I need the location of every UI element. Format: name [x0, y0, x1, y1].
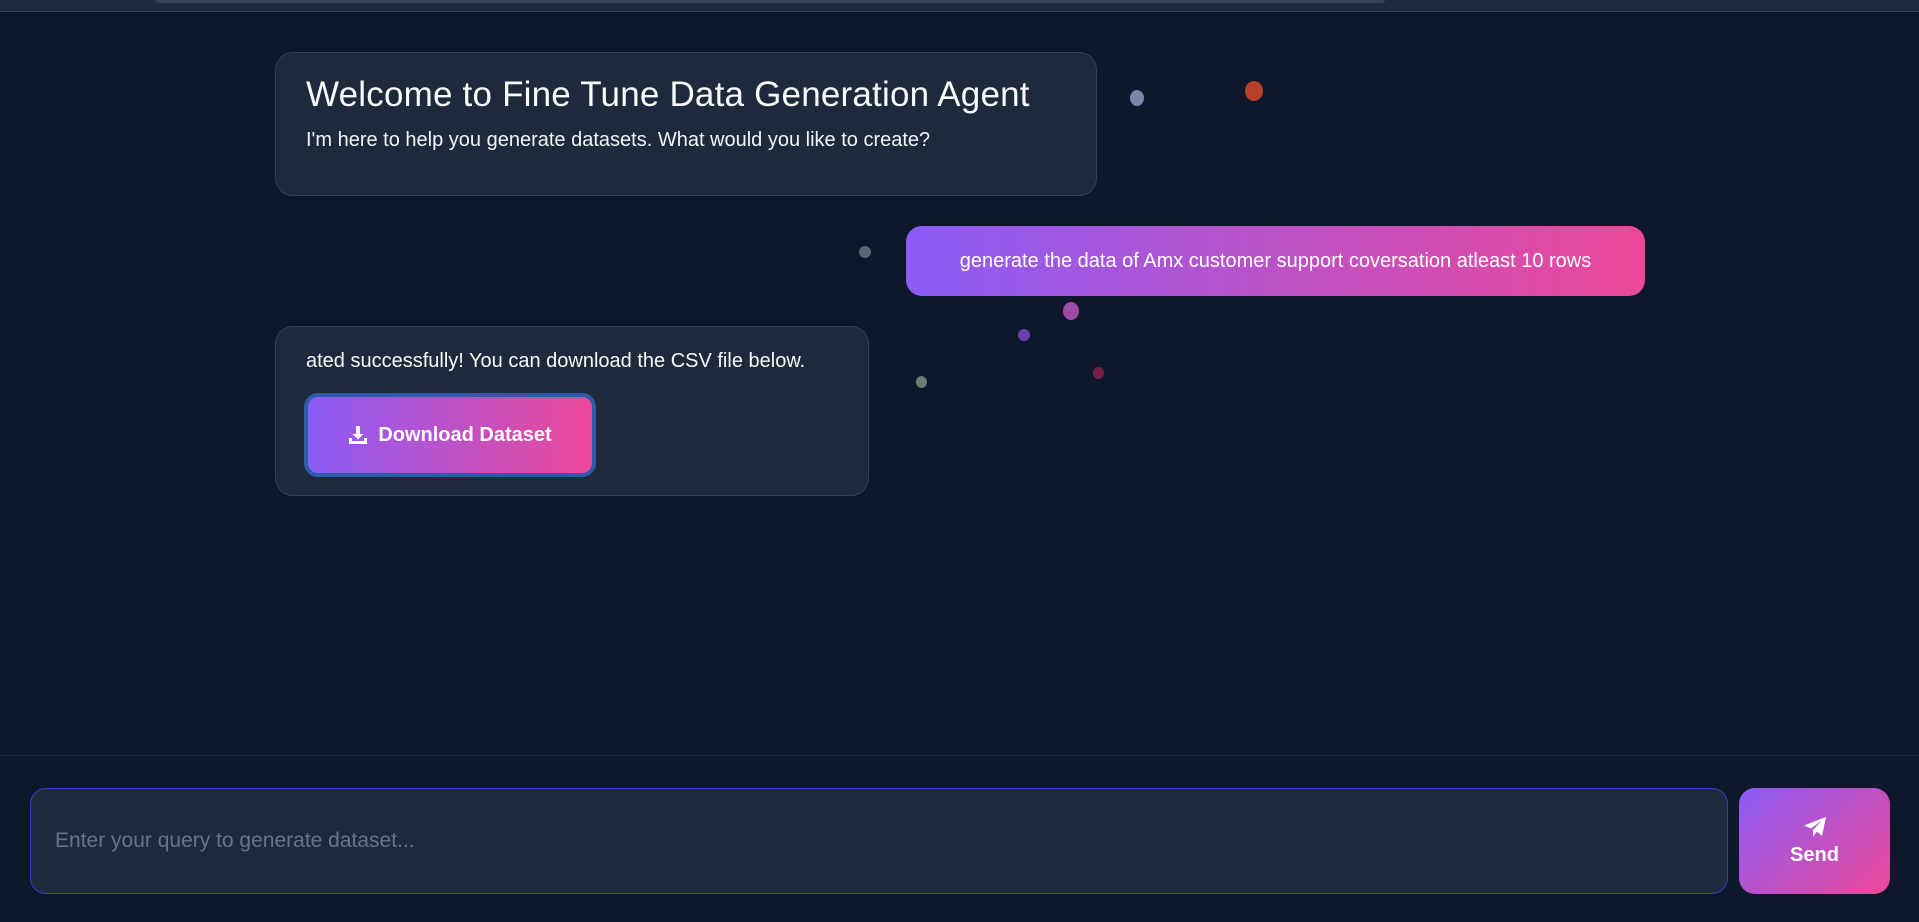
bot-result-message: ated successfully! You can download the … [275, 326, 869, 496]
download-icon [348, 425, 368, 445]
send-button-label: Send [1790, 843, 1839, 866]
user-message-bubble: generate the data of Amx customer suppor… [906, 226, 1645, 296]
send-button[interactable]: Send [1739, 788, 1890, 894]
particle-dot [859, 246, 871, 258]
particle-dot [1018, 329, 1030, 341]
download-button-label: Download Dataset [378, 423, 552, 446]
bot-result-text: ated successfully! You can download the … [306, 350, 806, 372]
composer-bar: Send [0, 755, 1919, 922]
query-input[interactable] [30, 788, 1728, 894]
top-strip [155, 0, 1385, 3]
chat-area: Welcome to Fine Tune Data Generation Age… [0, 12, 1919, 755]
welcome-title: Welcome to Fine Tune Data Generation Age… [306, 75, 1030, 114]
user-message-text: generate the data of Amx customer suppor… [959, 249, 1592, 272]
particle-dot [1063, 302, 1079, 320]
browser-top-bar [0, 0, 1919, 12]
welcome-message: Welcome to Fine Tune Data Generation Age… [275, 52, 1097, 196]
particle-dot [1093, 367, 1104, 379]
particle-dot [916, 376, 927, 388]
particle-dot [1130, 90, 1144, 106]
paper-plane-icon [1803, 816, 1827, 838]
welcome-subtitle: I'm here to help you generate datasets. … [306, 129, 931, 151]
download-dataset-button[interactable]: Download Dataset [304, 393, 596, 477]
particle-dot [1245, 81, 1263, 101]
